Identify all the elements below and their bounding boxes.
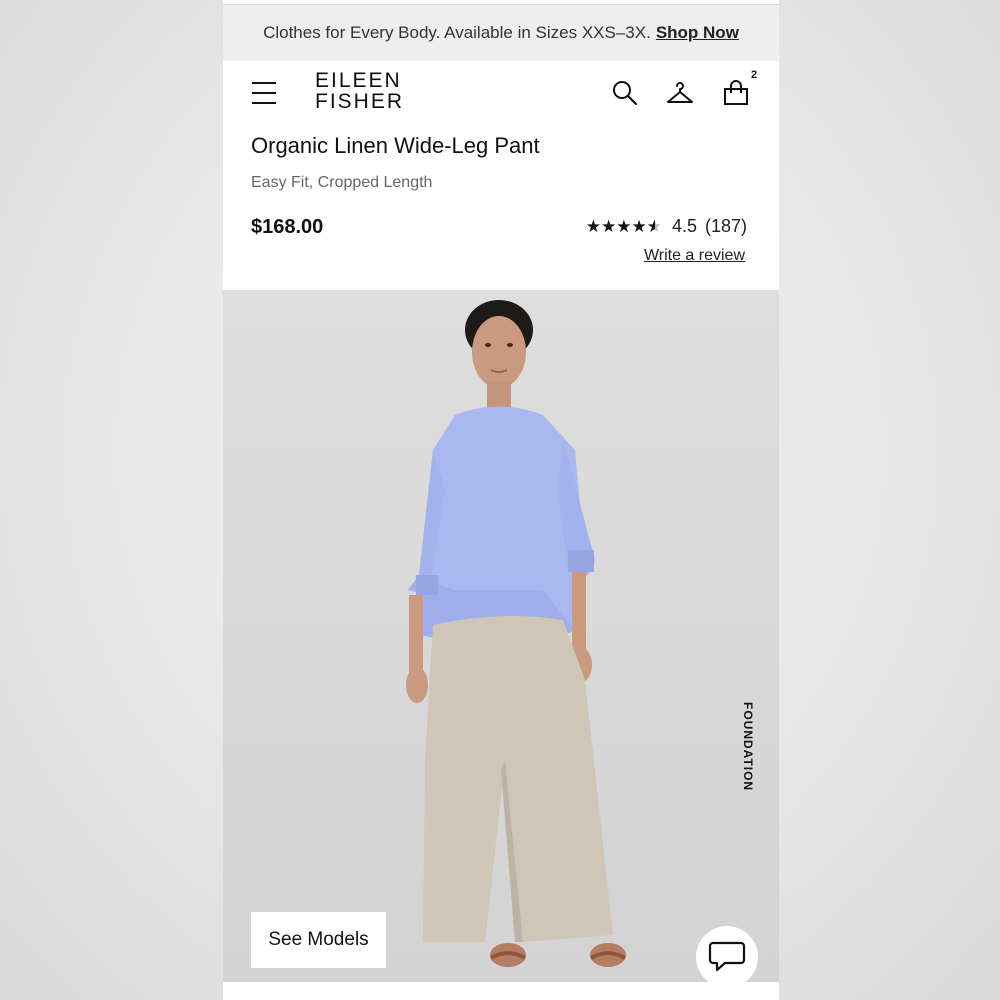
site-header: EILEEN FISHER 2 [223,60,779,130]
star-icon: ★ [631,217,647,236]
star-icon: ★ [600,217,617,236]
star-icon: ★ [585,217,601,236]
product-image[interactable]: FOUNDATION See Models [223,290,779,982]
promo-text: Clothes for Every Body. Available in Siz… [263,23,651,42]
rating-stars: ★ ★ ★ ★ ★ [586,218,662,235]
brand-line-2: FISHER [315,90,405,113]
phone-frame: Clothes for Every Body. Available in Siz… [223,0,779,1000]
half-star-icon: ★ [646,217,662,236]
menu-icon[interactable] [252,82,276,104]
product-subtitle: Easy Fit, Cropped Length [251,174,433,191]
product-rating[interactable]: ★ ★ ★ ★ ★ 4.5 (187) [586,216,747,237]
collection-label: FOUNDATION [741,702,755,792]
chat-button[interactable] [696,926,758,982]
account-hanger-icon[interactable] [666,79,694,107]
star-icon: ★ [616,217,632,236]
search-icon[interactable] [611,79,639,107]
shop-now-link[interactable]: Shop Now [656,23,739,43]
product-price: $168.00 [251,216,324,238]
write-review-link[interactable]: Write a review [644,247,745,265]
brand-line-1: EILEEN [315,69,402,92]
cart-count-badge: 2 [751,69,758,81]
product-title: Organic Linen Wide-Leg Pant [251,133,540,158]
promo-banner: Clothes for Every Body. Available in Siz… [223,4,779,61]
shopping-bag-icon[interactable] [722,79,750,107]
brand-logo[interactable]: EILEEN FISHER [315,70,404,112]
model-photo [223,290,779,982]
bottom-bar [223,982,779,1000]
chat-bubble-icon [708,941,746,972]
rating-score: 4.5 [671,216,697,236]
rating-count: (187) [704,216,747,236]
see-models-button[interactable]: See Models [251,912,386,968]
